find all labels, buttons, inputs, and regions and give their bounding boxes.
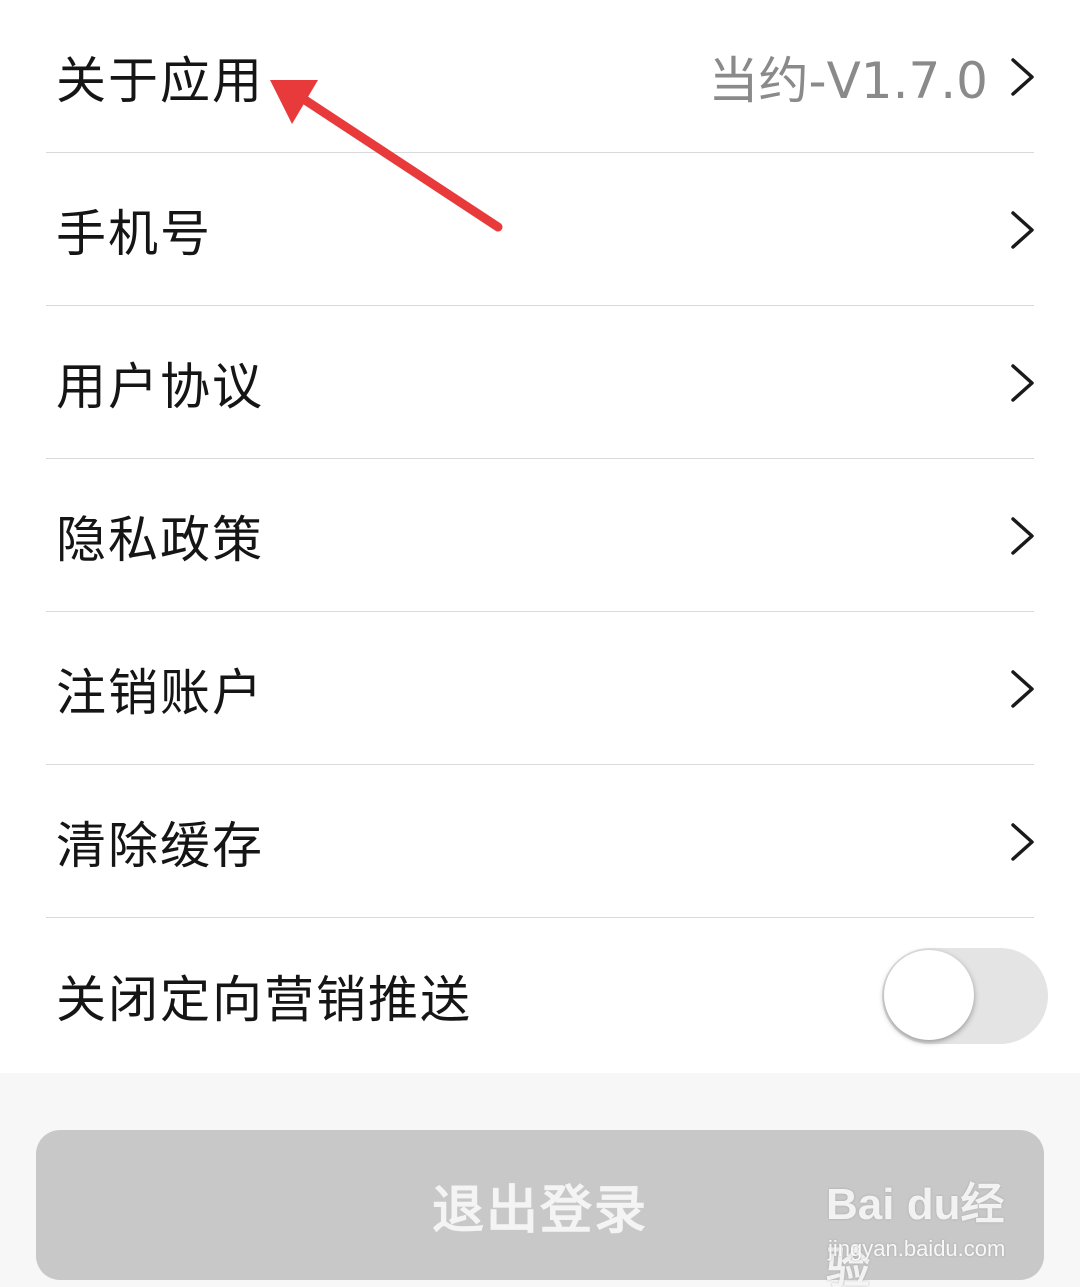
app-version-value: 当约-V1.7.0 (708, 51, 988, 110)
settings-page: 关于应用 当约-V1.7.0 手机号 用户协议 隐私政策 注销账户 清除缓存 关… (0, 0, 1080, 1287)
settings-item-delete-account[interactable]: 注销账户 (0, 612, 1080, 765)
settings-item-marketing-push: 关闭定向营销推送 (0, 918, 1080, 1073)
logout-label: 退出登录 (431, 1181, 648, 1240)
chevron-right-icon (1011, 516, 1034, 555)
settings-item-privacy-policy[interactable]: 隐私政策 (0, 459, 1080, 612)
settings-item-phone[interactable]: 手机号 (0, 153, 1080, 306)
chevron-right-icon (1011, 210, 1034, 249)
marketing-push-toggle[interactable] (882, 948, 1048, 1044)
settings-item-label: 注销账户 (56, 663, 264, 722)
settings-item-label: 用户协议 (56, 357, 264, 416)
settings-item-clear-cache[interactable]: 清除缓存 (0, 765, 1080, 918)
toggle-knob (884, 950, 974, 1040)
settings-item-label: 关于应用 (56, 51, 264, 110)
chevron-right-icon (1011, 669, 1034, 708)
chevron-right-icon (1011, 822, 1034, 861)
settings-item-user-agreement[interactable]: 用户协议 (0, 306, 1080, 459)
chevron-right-icon (1011, 363, 1034, 402)
settings-item-label: 手机号 (56, 204, 212, 263)
settings-list: 关于应用 当约-V1.7.0 手机号 用户协议 隐私政策 注销账户 清除缓存 关… (0, 0, 1080, 1073)
settings-item-label: 清除缓存 (56, 816, 264, 875)
settings-item-about[interactable]: 关于应用 当约-V1.7.0 (0, 0, 1080, 153)
chevron-right-icon (1011, 57, 1034, 96)
logout-button[interactable]: 退出登录 (36, 1130, 1044, 1280)
settings-item-label: 隐私政策 (56, 510, 264, 569)
